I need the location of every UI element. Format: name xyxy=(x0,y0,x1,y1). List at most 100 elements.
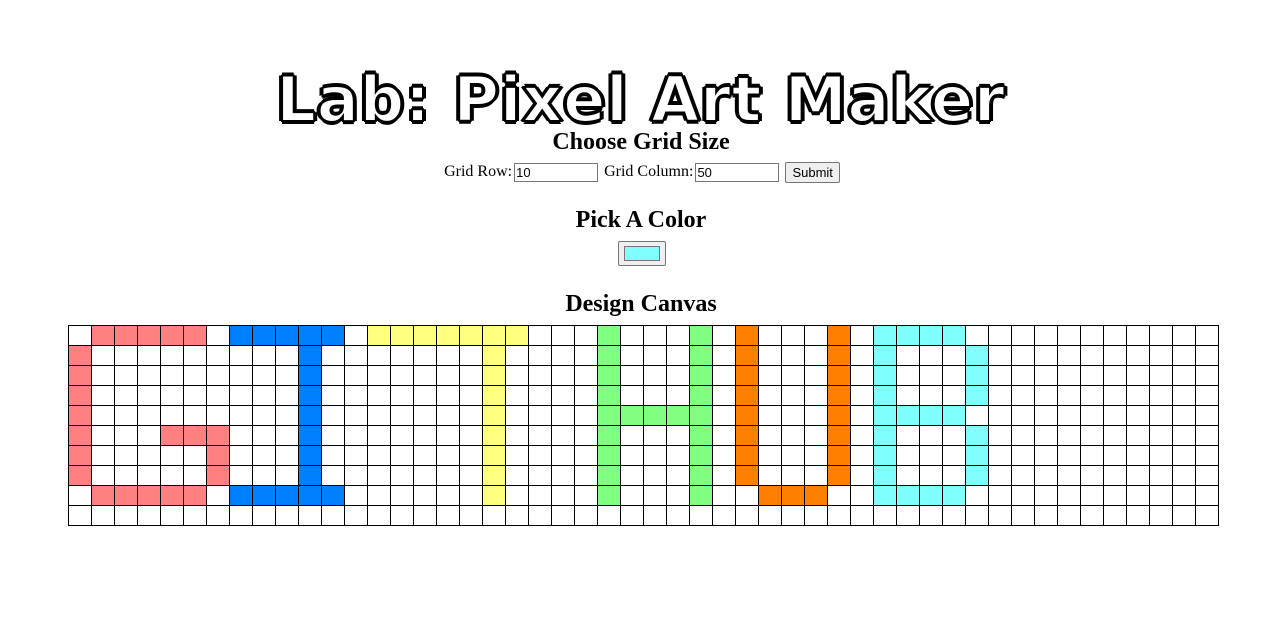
pixel-cell[interactable] xyxy=(781,365,805,386)
pixel-cell[interactable] xyxy=(413,465,437,486)
pixel-cell[interactable] xyxy=(1172,365,1196,386)
pixel-cell[interactable] xyxy=(68,505,92,526)
pixel-cell[interactable] xyxy=(1080,325,1104,346)
pixel-cell[interactable] xyxy=(988,325,1012,346)
pixel-cell[interactable] xyxy=(367,465,391,486)
pixel-cell[interactable] xyxy=(1011,505,1035,526)
pixel-cell[interactable] xyxy=(781,405,805,426)
pixel-cell[interactable] xyxy=(551,505,575,526)
pixel-cell[interactable] xyxy=(620,365,644,386)
pixel-cell[interactable] xyxy=(735,325,759,346)
pixel-cell[interactable] xyxy=(896,365,920,386)
pixel-cell[interactable] xyxy=(827,505,851,526)
pixel-cell[interactable] xyxy=(206,425,230,446)
pixel-cell[interactable] xyxy=(827,325,851,346)
pixel-cell[interactable] xyxy=(137,405,161,426)
pixel-cell[interactable] xyxy=(1057,485,1081,506)
pixel-cell[interactable] xyxy=(459,365,483,386)
pixel-cell[interactable] xyxy=(804,505,828,526)
pixel-cell[interactable] xyxy=(919,425,943,446)
pixel-cell[interactable] xyxy=(298,385,322,406)
pixel-cell[interactable] xyxy=(1149,365,1173,386)
pixel-cell[interactable] xyxy=(758,345,782,366)
pixel-cell[interactable] xyxy=(850,465,874,486)
pixel-cell[interactable] xyxy=(482,425,506,446)
pixel-cell[interactable] xyxy=(344,485,368,506)
pixel-cell[interactable] xyxy=(1080,485,1104,506)
pixel-cell[interactable] xyxy=(735,505,759,526)
pixel-cell[interactable] xyxy=(390,325,414,346)
pixel-cell[interactable] xyxy=(114,365,138,386)
pixel-cell[interactable] xyxy=(620,465,644,486)
pixel-cell[interactable] xyxy=(321,425,345,446)
pixel-cell[interactable] xyxy=(252,505,276,526)
pixel-cell[interactable] xyxy=(436,385,460,406)
pixel-cell[interactable] xyxy=(1195,405,1219,426)
pixel-cell[interactable] xyxy=(206,365,230,386)
grid-column-input[interactable] xyxy=(695,163,780,182)
pixel-cell[interactable] xyxy=(1103,445,1127,466)
pixel-cell[interactable] xyxy=(367,485,391,506)
pixel-cell[interactable] xyxy=(206,385,230,406)
pixel-cell[interactable] xyxy=(183,385,207,406)
pixel-cell[interactable] xyxy=(206,465,230,486)
pixel-cell[interactable] xyxy=(528,425,552,446)
pixel-cell[interactable] xyxy=(505,425,529,446)
pixel-cell[interactable] xyxy=(252,465,276,486)
pixel-cell[interactable] xyxy=(597,445,621,466)
pixel-cell[interactable] xyxy=(436,325,460,346)
pixel-cell[interactable] xyxy=(1080,385,1104,406)
pixel-cell[interactable] xyxy=(459,325,483,346)
pixel-cell[interactable] xyxy=(367,345,391,366)
pixel-cell[interactable] xyxy=(643,365,667,386)
pixel-cell[interactable] xyxy=(551,385,575,406)
pixel-cell[interactable] xyxy=(1195,325,1219,346)
pixel-cell[interactable] xyxy=(298,365,322,386)
pixel-cell[interactable] xyxy=(735,345,759,366)
pixel-cell[interactable] xyxy=(942,425,966,446)
pixel-cell[interactable] xyxy=(965,465,989,486)
pixel-cell[interactable] xyxy=(321,445,345,466)
pixel-cell[interactable] xyxy=(712,385,736,406)
pixel-cell[interactable] xyxy=(1080,345,1104,366)
pixel-cell[interactable] xyxy=(160,505,184,526)
pixel-cell[interactable] xyxy=(298,325,322,346)
pixel-cell[interactable] xyxy=(344,325,368,346)
pixel-cell[interactable] xyxy=(804,485,828,506)
pixel-cell[interactable] xyxy=(873,325,897,346)
pixel-cell[interactable] xyxy=(873,365,897,386)
pixel-cell[interactable] xyxy=(781,425,805,446)
pixel-cell[interactable] xyxy=(850,505,874,526)
pixel-cell[interactable] xyxy=(712,485,736,506)
pixel-cell[interactable] xyxy=(206,485,230,506)
pixel-cell[interactable] xyxy=(1149,505,1173,526)
pixel-cell[interactable] xyxy=(344,425,368,446)
pixel-cell[interactable] xyxy=(781,345,805,366)
pixel-cell[interactable] xyxy=(505,485,529,506)
pixel-cell[interactable] xyxy=(229,485,253,506)
pixel-cell[interactable] xyxy=(597,385,621,406)
pixel-cell[interactable] xyxy=(1195,365,1219,386)
pixel-cell[interactable] xyxy=(873,385,897,406)
pixel-cell[interactable] xyxy=(551,485,575,506)
pixel-cell[interactable] xyxy=(137,385,161,406)
pixel-cell[interactable] xyxy=(942,325,966,346)
pixel-cell[interactable] xyxy=(919,485,943,506)
pixel-cell[interactable] xyxy=(1172,405,1196,426)
pixel-cell[interactable] xyxy=(344,465,368,486)
pixel-cell[interactable] xyxy=(804,385,828,406)
pixel-cell[interactable] xyxy=(206,505,230,526)
pixel-cell[interactable] xyxy=(68,365,92,386)
pixel-cell[interactable] xyxy=(758,325,782,346)
pixel-cell[interactable] xyxy=(1195,485,1219,506)
pixel-cell[interactable] xyxy=(896,325,920,346)
pixel-cell[interactable] xyxy=(160,325,184,346)
pixel-cell[interactable] xyxy=(1172,485,1196,506)
pixel-cell[interactable] xyxy=(367,385,391,406)
pixel-cell[interactable] xyxy=(229,405,253,426)
pixel-cell[interactable] xyxy=(528,385,552,406)
pixel-cell[interactable] xyxy=(344,505,368,526)
pixel-cell[interactable] xyxy=(1172,385,1196,406)
pixel-cell[interactable] xyxy=(160,425,184,446)
pixel-cell[interactable] xyxy=(436,505,460,526)
